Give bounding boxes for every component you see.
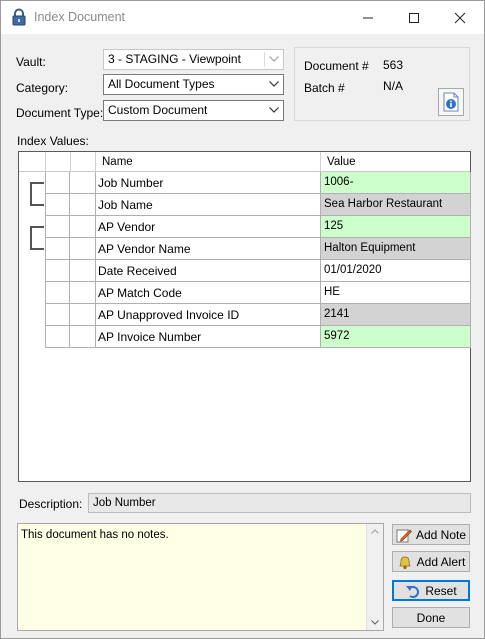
row-indicator-cell[interactable]: [45, 282, 70, 304]
document-type-select[interactable]: Custom Document: [103, 100, 284, 121]
category-select[interactable]: All Document Types: [103, 74, 284, 95]
column-header-value[interactable]: Value: [321, 152, 356, 172]
table-row[interactable]: AP Vendor 125: [45, 216, 471, 238]
row-option-cell[interactable]: [70, 216, 96, 238]
done-label: Done: [416, 610, 446, 625]
category-label: Category:: [16, 81, 69, 95]
row-option-cell[interactable]: [70, 326, 96, 348]
batch-number-value: N/A: [383, 79, 404, 93]
row-option-cell[interactable]: [70, 282, 96, 304]
row-name-cell: AP Invoice Number: [96, 326, 321, 348]
row-option-cell[interactable]: [70, 304, 96, 326]
row-indicator-cell[interactable]: [45, 238, 70, 260]
lock-icon: [11, 8, 27, 26]
maximize-icon: [409, 12, 419, 23]
minimize-icon: [363, 17, 373, 18]
row-value-cell[interactable]: Halton Equipment: [321, 238, 471, 260]
scroll-up-icon: [371, 529, 379, 534]
row-value-cell[interactable]: HE: [321, 282, 471, 304]
row-option-cell[interactable]: [70, 260, 96, 282]
row-group-bracket: [30, 182, 44, 206]
row-value-cell[interactable]: 1006-: [321, 172, 471, 194]
index-document-window: Index Document Vault: 3 - STAGING - View…: [0, 0, 485, 639]
column-divider: [45, 152, 46, 172]
reset-button[interactable]: Reset: [392, 580, 470, 601]
combo-divider: [264, 52, 265, 67]
grid-header: Name Value: [19, 152, 470, 172]
row-group-bracket: [30, 226, 44, 250]
document-type-label: Document Type:: [16, 106, 104, 120]
row-indicator-cell[interactable]: [45, 326, 70, 348]
table-row[interactable]: AP Match Code HE: [45, 282, 471, 304]
row-name-cell: Date Received: [96, 260, 321, 282]
add-note-button[interactable]: Add Note: [392, 524, 470, 545]
maximize-button[interactable]: [391, 1, 437, 34]
row-name-cell: AP Vendor Name: [96, 238, 321, 260]
table-row[interactable]: Job Number 1006-: [45, 172, 471, 194]
row-indicator-cell[interactable]: [45, 194, 70, 216]
batch-number-label: Batch #: [304, 81, 345, 95]
chevron-down-icon: [269, 81, 279, 87]
chevron-down-icon: [269, 56, 279, 62]
column-header-name[interactable]: Name: [96, 152, 133, 172]
category-value: All Document Types: [108, 77, 215, 91]
row-name-cell: AP Unapproved Invoice ID: [96, 304, 321, 326]
row-value-cell[interactable]: 5972: [321, 326, 471, 348]
document-number-label: Document #: [304, 59, 369, 73]
chevron-down-icon: [269, 107, 279, 113]
index-values-label: Index Values:: [17, 134, 89, 148]
window-title: Index Document: [34, 10, 126, 24]
table-row[interactable]: Date Received 01/01/2020: [45, 260, 471, 282]
close-button[interactable]: [437, 1, 483, 34]
add-note-label: Add Note: [415, 527, 467, 542]
done-button[interactable]: Done: [392, 607, 470, 628]
document-number-value: 563: [383, 58, 404, 72]
table-row[interactable]: Job Name Sea Harbor Restaurant: [45, 194, 471, 216]
vault-label: Vault:: [16, 55, 46, 69]
row-option-cell[interactable]: [70, 238, 96, 260]
table-row[interactable]: AP Vendor Name Halton Equipment: [45, 238, 471, 260]
bell-icon: [398, 556, 411, 569]
row-indicator-cell[interactable]: [45, 260, 70, 282]
add-alert-label: Add Alert: [416, 554, 466, 569]
index-values-grid: Name Value Job Number 1006- Job Name Sea Ha…: [18, 151, 471, 482]
row-name-cell: Job Name: [96, 194, 321, 216]
notes-scrollbar[interactable]: [366, 524, 383, 630]
row-value-cell[interactable]: 2141: [321, 304, 471, 326]
vault-value: 3 - STAGING - Viewpoint: [108, 52, 241, 66]
row-value-cell[interactable]: 125: [321, 216, 471, 238]
vault-select[interactable]: 3 - STAGING - Viewpoint: [103, 49, 284, 70]
row-name-cell: AP Vendor: [96, 216, 321, 238]
row-option-cell[interactable]: [70, 194, 96, 216]
table-row[interactable]: AP Unapproved Invoice ID 2141: [45, 304, 471, 326]
notes-area[interactable]: This document has no notes.: [17, 523, 384, 631]
column-divider: [70, 152, 71, 172]
notes-text: This document has no notes.: [21, 529, 169, 541]
undo-icon: [406, 585, 420, 598]
row-value-cell[interactable]: Sea Harbor Restaurant: [321, 194, 471, 216]
row-value-cell[interactable]: 01/01/2020: [321, 260, 471, 282]
close-icon: [454, 12, 466, 23]
row-indicator-cell[interactable]: [45, 216, 70, 238]
description-field: Job Number: [88, 493, 471, 513]
scroll-down-icon: [371, 620, 379, 625]
row-indicator-cell[interactable]: [45, 172, 70, 194]
description-label: Description:: [19, 497, 83, 511]
document-info-button[interactable]: [438, 88, 464, 116]
row-name-cell: Job Number: [96, 172, 321, 194]
pencil-note-icon: [396, 529, 412, 542]
minimize-button[interactable]: [345, 1, 391, 34]
reset-label: Reset: [425, 583, 457, 598]
add-alert-button[interactable]: Add Alert: [392, 551, 470, 572]
table-row[interactable]: AP Invoice Number 5972: [45, 326, 471, 348]
title-bar: Index Document: [1, 1, 484, 34]
row-indicator-cell[interactable]: [45, 304, 70, 326]
row-name-cell: AP Match Code: [96, 282, 321, 304]
row-option-cell[interactable]: [70, 172, 96, 194]
document-type-value: Custom Document: [108, 103, 208, 117]
info-document-icon: [443, 92, 459, 112]
